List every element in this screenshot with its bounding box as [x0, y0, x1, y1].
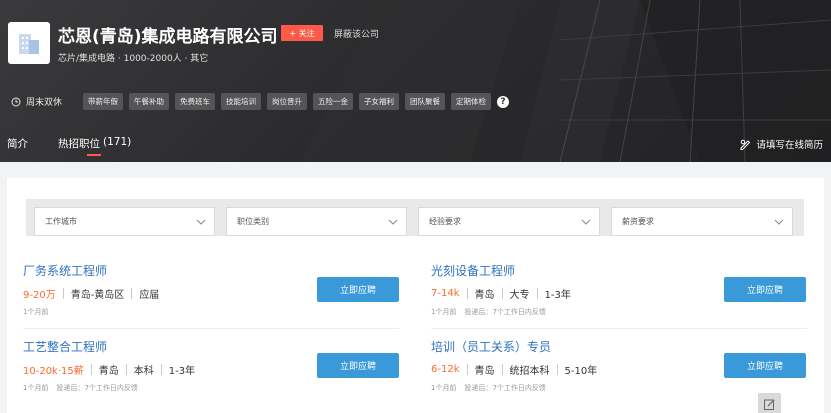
welfare-tags: 带薪年假 午餐补助 免费班车 技能培训 岗位晋升 五险一金 子女福利 团队聚餐 …: [83, 93, 509, 110]
tag-separator: [466, 364, 468, 375]
clock-icon: [11, 97, 21, 106]
filter-city[interactable]: 工作城市: [34, 207, 215, 236]
job-education: 本科: [133, 366, 154, 377]
job-salary: 7-14k: [431, 288, 460, 299]
job-salary: 10-20k·15薪: [23, 366, 84, 377]
block-company-link[interactable]: 屏蔽该公司: [334, 27, 379, 40]
welfare-tag: 技能培训: [221, 93, 261, 110]
welfare-tag: 带薪年假: [83, 93, 123, 110]
job-tags: 6-12k 青岛 统招本科 5-10年: [431, 362, 597, 377]
welfare-tag: 五险一金: [313, 93, 353, 110]
filter-experience-label: 经验要求: [429, 217, 461, 226]
chevron-down-icon: [581, 219, 591, 225]
online-resume-label: 请填写在线简历: [756, 140, 823, 151]
job-salary: 6-12k: [431, 364, 460, 375]
apply-button[interactable]: 立即应聘: [317, 353, 399, 378]
filter-experience[interactable]: 经验要求: [418, 207, 600, 236]
job-title[interactable]: 光刻设备工程师: [431, 262, 515, 279]
job-location: 青岛: [474, 290, 495, 301]
row-divider: [23, 328, 399, 329]
job-tags: 9-20万 青岛-黄岛区 应届: [23, 286, 159, 301]
job-feedback: 投递后：7个工作日内反馈: [464, 308, 546, 316]
chevron-down-icon: [774, 219, 784, 225]
job-meta: 1个月前 投递后：7个工作日内反馈: [431, 307, 546, 317]
apply-button[interactable]: 立即应聘: [724, 353, 806, 378]
job-experience: 1-3年: [544, 290, 571, 301]
job-post-time: 1个月前: [23, 384, 49, 392]
job-title[interactable]: 厂务系统工程师: [23, 262, 107, 279]
welfare-tag: 午餐补助: [129, 93, 169, 110]
welfare-tag: 岗位晋升: [267, 93, 307, 110]
tab-jobs-count: (171): [103, 136, 132, 148]
tag-separator: [466, 288, 468, 299]
tab-intro[interactable]: 简介: [7, 136, 28, 151]
filter-category-label: 职位类别: [237, 217, 269, 226]
active-tab-indicator: [87, 154, 101, 156]
job-post-time: 1个月前: [431, 384, 457, 392]
tag-separator: [90, 364, 92, 375]
tag-separator: [536, 288, 538, 299]
online-resume-link[interactable]: 请填写在线简历: [739, 137, 823, 151]
job-card[interactable]: 厂务系统工程师 9-20万 青岛-黄岛区 应届 1个月前 立即应聘: [23, 262, 415, 333]
company-name: 芯恩(青岛)集成电路有限公司: [58, 27, 278, 47]
chevron-down-icon: [196, 219, 206, 225]
job-meta: 1个月前: [23, 307, 48, 317]
company-logo: [8, 22, 50, 64]
feedback-float-button[interactable]: [758, 393, 781, 413]
work-schedule: 周末双休: [11, 95, 62, 108]
filter-salary[interactable]: 薪资要求: [611, 207, 793, 236]
job-title[interactable]: 工艺整合工程师: [23, 338, 107, 355]
follow-button[interactable]: + 关注: [281, 25, 323, 41]
welfare-tag: 团队聚餐: [405, 93, 445, 110]
welfare-tag: 子女福利: [359, 93, 399, 110]
job-feedback: 投递后：7个工作日内反馈: [56, 384, 138, 392]
job-meta: 1个月前 投递后：7个工作日内反馈: [23, 383, 138, 393]
filter-salary-label: 薪资要求: [622, 217, 654, 226]
job-education: 应届: [139, 290, 160, 301]
job-tags: 7-14k 青岛 大专 1-3年: [431, 286, 571, 301]
job-education: 统招本科: [509, 366, 550, 377]
job-tags: 10-20k·15薪 青岛 本科 1-3年: [23, 362, 195, 377]
tag-separator: [62, 288, 64, 299]
apply-button[interactable]: 立即应聘: [317, 277, 399, 302]
job-title[interactable]: 培训（员工关系）专员: [431, 338, 551, 355]
row-divider: [431, 328, 807, 329]
job-post-time: 1个月前: [23, 308, 49, 316]
filter-bar: 工作城市 职位类别 经验要求 薪资要求: [26, 199, 804, 236]
job-location: 青岛: [474, 366, 495, 377]
tab-jobs[interactable]: 热招职位 (171): [58, 136, 131, 151]
job-salary: 9-20万: [23, 290, 56, 301]
job-location: 青岛: [98, 366, 119, 377]
tag-separator: [131, 288, 133, 299]
job-card[interactable]: 光刻设备工程师 7-14k 青岛 大专 1-3年 1个月前 投递后：7个工作日内…: [431, 262, 823, 333]
company-meta: 芯片/集成电路 · 1000-2000人 · 其它: [58, 54, 209, 64]
tag-separator: [125, 364, 127, 375]
job-experience: 5-10年: [564, 366, 598, 377]
apply-button[interactable]: 立即应聘: [724, 277, 806, 302]
job-experience: 1-3年: [168, 366, 196, 377]
chevron-down-icon: [388, 219, 398, 225]
welfare-tag: 定期体检: [451, 93, 491, 110]
tab-jobs-label: 热招职位: [58, 138, 100, 150]
filter-category[interactable]: 职位类别: [226, 207, 407, 236]
schedule-label: 周末双休: [26, 98, 63, 108]
building-icon: [19, 34, 39, 54]
job-feedback: 投递后：7个工作日内反馈: [464, 384, 546, 392]
tag-separator: [501, 288, 503, 299]
job-post-time: 1个月前: [431, 308, 457, 316]
job-card[interactable]: 工艺整合工程师 10-20k·15薪 青岛 本科 1-3年 1个月前 投递后：7…: [23, 338, 415, 409]
edit-icon: [764, 399, 775, 410]
company-header: 芯恩(青岛)集成电路有限公司 + 关注 屏蔽该公司 芯片/集成电路 · 1000…: [0, 0, 831, 162]
job-education: 大专: [509, 290, 530, 301]
job-location: 青岛-黄岛区: [70, 290, 125, 301]
tag-separator: [501, 364, 503, 375]
filter-city-label: 工作城市: [45, 217, 77, 226]
edit-resume-icon: [740, 139, 751, 150]
help-icon[interactable]: ?: [497, 95, 509, 108]
job-meta: 1个月前 投递后：7个工作日内反馈: [431, 383, 546, 393]
tag-separator: [160, 364, 162, 375]
welfare-tag: 免费班车: [175, 93, 215, 110]
tag-separator: [556, 364, 558, 375]
